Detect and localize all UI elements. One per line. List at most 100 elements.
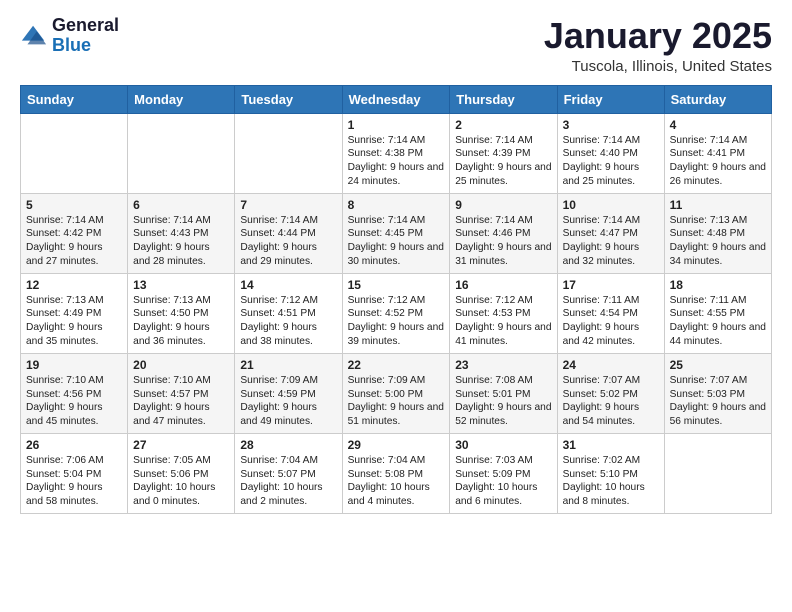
day-info: Sunrise: 7:14 AMSunset: 4:46 PMDaylight:… (455, 214, 551, 269)
day-number: 31 (563, 438, 659, 452)
calendar-cell: 3 Sunrise: 7:14 AMSunset: 4:40 PMDaylight… (557, 113, 664, 193)
logo-general: General (52, 16, 119, 36)
calendar-cell: 8 Sunrise: 7:14 AMSunset: 4:45 PMDaylight… (342, 193, 450, 273)
calendar-cell (21, 113, 128, 193)
calendar-day-header: Monday (128, 85, 235, 113)
day-number: 8 (348, 198, 445, 212)
calendar-cell: 17 Sunrise: 7:11 AMSunset: 4:54 PMDayligh… (557, 273, 664, 353)
calendar-cell: 2Sunrise: 7:14 AMSunset: 4:39 PMDaylight… (450, 113, 557, 193)
day-info: Sunrise: 7:14 AMSunset: 4:43 PMDaylight:… (133, 214, 229, 269)
day-number: 16 (455, 278, 551, 292)
location: Tuscola, Illinois, United States (544, 58, 772, 75)
day-number: 1 (348, 118, 445, 132)
day-info: Sunrise: 7:07 AMSunset: 5:03 PMDaylight:… (670, 374, 766, 429)
day-number: 10 (563, 198, 659, 212)
calendar-cell: 18 Sunrise: 7:11 AMSunset: 4:55 PMDayligh… (664, 273, 771, 353)
calendar-cell: 28 Sunrise: 7:04 AMSunset: 5:07 PMDayligh… (235, 433, 342, 513)
calendar-cell: 13 Sunrise: 7:13 AMSunset: 4:50 PMDayligh… (128, 273, 235, 353)
day-info: Sunrise: 7:14 AMSunset: 4:44 PMDaylight:… (240, 214, 336, 269)
day-info: Sunrise: 7:13 AMSunset: 4:50 PMDaylight:… (133, 294, 229, 349)
calendar-day-header: Tuesday (235, 85, 342, 113)
day-number: 14 (240, 278, 336, 292)
day-info: Sunrise: 7:14 AMSunset: 4:47 PMDaylight:… (563, 214, 659, 269)
day-number: 17 (563, 278, 659, 292)
calendar-cell (664, 433, 771, 513)
calendar-cell: 9 Sunrise: 7:14 AMSunset: 4:46 PMDaylight… (450, 193, 557, 273)
day-number: 9 (455, 198, 551, 212)
day-info: Sunrise: 7:14 AMSunset: 4:40 PMDaylight:… (563, 134, 659, 189)
day-info: Sunrise: 7:12 AMSunset: 4:51 PMDaylight:… (240, 294, 336, 349)
day-info: Sunrise: 7:04 AMSunset: 5:07 PMDaylight:… (240, 454, 336, 509)
calendar-cell: 29 Sunrise: 7:04 AMSunset: 5:08 PMDayligh… (342, 433, 450, 513)
logo-blue: Blue (52, 36, 119, 56)
calendar-cell: 12 Sunrise: 7:13 AMSunset: 4:49 PMDayligh… (21, 273, 128, 353)
day-info: Sunrise: 7:09 AMSunset: 4:59 PMDaylight:… (240, 374, 336, 429)
calendar-cell: 10 Sunrise: 7:14 AMSunset: 4:47 PMDayligh… (557, 193, 664, 273)
day-info: Sunrise: 7:14 AMSunset: 4:39 PMDaylight:… (455, 134, 551, 189)
calendar-cell (128, 113, 235, 193)
calendar-header-row: SundayMondayTuesdayWednesdayThursdayFrid… (21, 85, 772, 113)
day-number: 3 (563, 118, 659, 132)
day-info: Sunrise: 7:14 AMSunset: 4:45 PMDaylight:… (348, 214, 445, 269)
calendar-cell: 14 Sunrise: 7:12 AMSunset: 4:51 PMDayligh… (235, 273, 342, 353)
calendar-cell: 11Sunrise: 7:13 AMSunset: 4:48 PMDayligh… (664, 193, 771, 273)
day-info: Sunrise: 7:09 AMSunset: 5:00 PMDaylight:… (348, 374, 445, 429)
calendar-week-row: 26 Sunrise: 7:06 AMSunset: 5:04 PMDayligh… (21, 433, 772, 513)
calendar-day-header: Friday (557, 85, 664, 113)
calendar-cell: 22Sunrise: 7:09 AMSunset: 5:00 PMDayligh… (342, 353, 450, 433)
calendar-day-header: Thursday (450, 85, 557, 113)
day-number: 28 (240, 438, 336, 452)
calendar-cell: 6 Sunrise: 7:14 AMSunset: 4:43 PMDaylight… (128, 193, 235, 273)
calendar-cell: 1 Sunrise: 7:14 AMSunset: 4:38 PMDaylight… (342, 113, 450, 193)
calendar-week-row: 12 Sunrise: 7:13 AMSunset: 4:49 PMDayligh… (21, 273, 772, 353)
logo-icon (20, 22, 48, 50)
day-info: Sunrise: 7:13 AMSunset: 4:48 PMDaylight:… (670, 214, 766, 269)
calendar-cell: 27 Sunrise: 7:05 AMSunset: 5:06 PMDayligh… (128, 433, 235, 513)
calendar-cell: 7Sunrise: 7:14 AMSunset: 4:44 PMDaylight… (235, 193, 342, 273)
day-info: Sunrise: 7:07 AMSunset: 5:02 PMDaylight:… (563, 374, 659, 429)
day-number: 29 (348, 438, 445, 452)
day-info: Sunrise: 7:10 AMSunset: 4:57 PMDaylight:… (133, 374, 229, 429)
calendar-table: SundayMondayTuesdayWednesdayThursdayFrid… (20, 85, 772, 514)
day-number: 23 (455, 358, 551, 372)
calendar-cell: 23Sunrise: 7:08 AMSunset: 5:01 PMDayligh… (450, 353, 557, 433)
day-number: 6 (133, 198, 229, 212)
day-info: Sunrise: 7:14 AMSunset: 4:42 PMDaylight:… (26, 214, 122, 269)
calendar-cell: 25 Sunrise: 7:07 AMSunset: 5:03 PMDayligh… (664, 353, 771, 433)
day-info: Sunrise: 7:14 AMSunset: 4:38 PMDaylight:… (348, 134, 445, 189)
day-info: Sunrise: 7:05 AMSunset: 5:06 PMDaylight:… (133, 454, 229, 509)
calendar-week-row: 19Sunrise: 7:10 AMSunset: 4:56 PMDayligh… (21, 353, 772, 433)
day-info: Sunrise: 7:11 AMSunset: 4:54 PMDaylight:… (563, 294, 659, 349)
day-number: 25 (670, 358, 766, 372)
logo: General Blue (20, 16, 119, 56)
day-info: Sunrise: 7:14 AMSunset: 4:41 PMDaylight:… (670, 134, 766, 189)
day-info: Sunrise: 7:04 AMSunset: 5:08 PMDaylight:… (348, 454, 445, 509)
day-number: 18 (670, 278, 766, 292)
calendar-week-row: 1 Sunrise: 7:14 AMSunset: 4:38 PMDaylight… (21, 113, 772, 193)
calendar-cell: 5 Sunrise: 7:14 AMSunset: 4:42 PMDaylight… (21, 193, 128, 273)
calendar-cell: 26 Sunrise: 7:06 AMSunset: 5:04 PMDayligh… (21, 433, 128, 513)
calendar-cell: 31 Sunrise: 7:02 AMSunset: 5:10 PMDayligh… (557, 433, 664, 513)
day-number: 26 (26, 438, 122, 452)
day-info: Sunrise: 7:10 AMSunset: 4:56 PMDaylight:… (26, 374, 122, 429)
calendar-cell: 21 Sunrise: 7:09 AMSunset: 4:59 PMDayligh… (235, 353, 342, 433)
day-number: 5 (26, 198, 122, 212)
calendar-day-header: Wednesday (342, 85, 450, 113)
day-info: Sunrise: 7:02 AMSunset: 5:10 PMDaylight:… (563, 454, 659, 509)
day-info: Sunrise: 7:13 AMSunset: 4:49 PMDaylight:… (26, 294, 122, 349)
day-number: 13 (133, 278, 229, 292)
calendar-cell (235, 113, 342, 193)
calendar-cell: 24Sunrise: 7:07 AMSunset: 5:02 PMDayligh… (557, 353, 664, 433)
day-info: Sunrise: 7:11 AMSunset: 4:55 PMDaylight:… (670, 294, 766, 349)
day-number: 27 (133, 438, 229, 452)
day-info: Sunrise: 7:12 AMSunset: 4:52 PMDaylight:… (348, 294, 445, 349)
day-number: 4 (670, 118, 766, 132)
day-number: 12 (26, 278, 122, 292)
calendar-day-header: Sunday (21, 85, 128, 113)
calendar-day-header: Saturday (664, 85, 771, 113)
day-number: 21 (240, 358, 336, 372)
day-info: Sunrise: 7:06 AMSunset: 5:04 PMDaylight:… (26, 454, 122, 509)
calendar-week-row: 5 Sunrise: 7:14 AMSunset: 4:42 PMDaylight… (21, 193, 772, 273)
day-info: Sunrise: 7:12 AMSunset: 4:53 PMDaylight:… (455, 294, 551, 349)
day-number: 20 (133, 358, 229, 372)
